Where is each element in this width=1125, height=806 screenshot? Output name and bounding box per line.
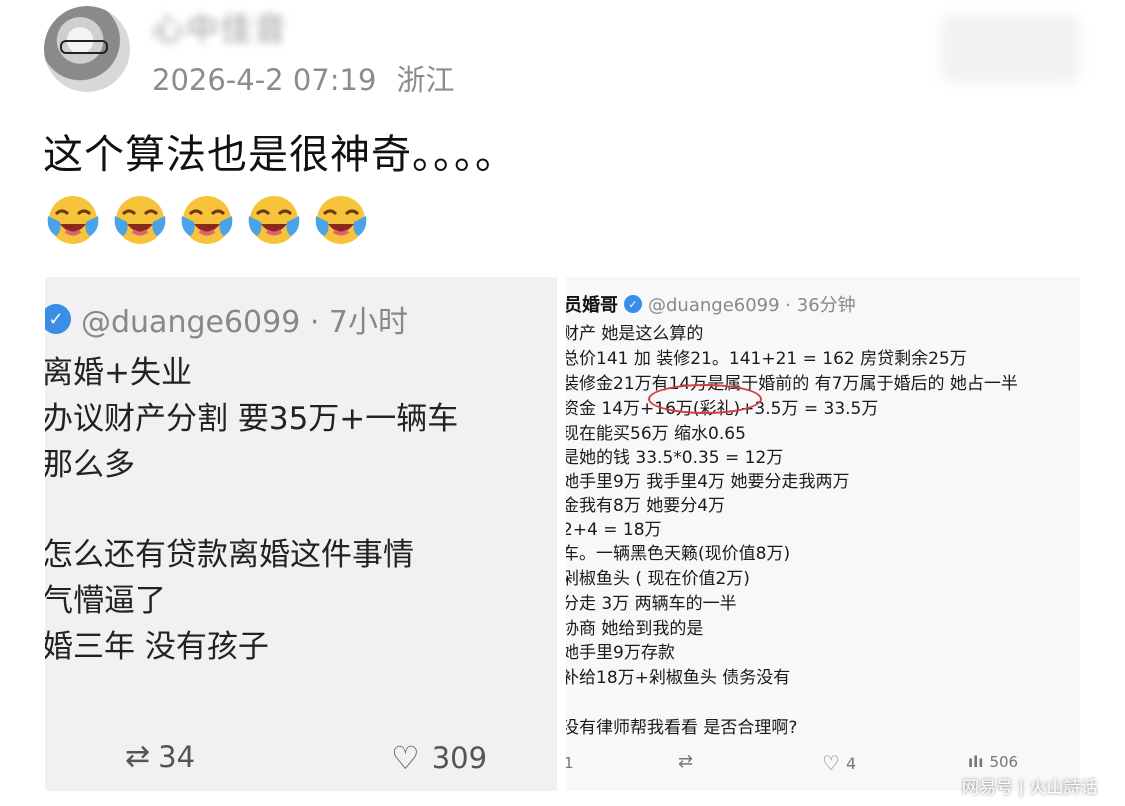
left-line: 那么多 — [45, 447, 135, 483]
right-display-name: 员婚哥 — [566, 295, 618, 316]
right-reply-stat[interactable]: 1 — [566, 754, 574, 772]
left-line: 怎么还有贷款离婚这件事情 — [45, 537, 414, 573]
post-location: 浙江 — [396, 63, 455, 97]
right-line: 车。一辆黑色天籁(现价值8万) — [566, 544, 791, 564]
right-line: 现在能买56万 缩水0.65 — [566, 424, 746, 444]
attached-image-right[interactable]: 员婚哥 ✓ @duange6099 · 36分钟 财产 她是这么算的 总价141… — [566, 277, 1080, 791]
retweet-icon: ⇄ — [678, 751, 694, 772]
right-line: 没有律师帮我看看 是否合理啊? — [566, 718, 798, 738]
right-line: 总价141 加 装修21。141+21 = 162 房贷剩余25万 — [566, 349, 967, 369]
author-name-blurred[interactable]: 心中佳音 — [152, 12, 288, 46]
verified-badge-icon: ✓ — [624, 295, 642, 313]
right-like-stat[interactable]: ♡ 4 — [822, 751, 856, 775]
left-line: 婚三年 没有孩子 — [45, 629, 269, 665]
left-line: 办议财产分割 要35万+一辆车 — [45, 401, 459, 437]
heart-icon: ♡ — [391, 739, 420, 777]
left-like-count: 309 — [431, 741, 488, 775]
avatar[interactable] — [44, 6, 130, 92]
left-like-stat[interactable]: ♡ 309 — [391, 739, 487, 777]
right-line: 分走 3万 两辆车的一半 — [566, 594, 737, 614]
left-retweet-stat[interactable]: ⇄ 34 — [125, 739, 195, 774]
right-line: 她手里9万 我手里4万 她要分走我两万 — [566, 472, 850, 492]
laughing-crying-face-icon — [44, 194, 102, 246]
laughing-crying-face-icon — [312, 194, 370, 246]
left-handle-row: ✓ @duange6099 · 7小时 — [45, 297, 408, 341]
right-line: 2+4 = 18万 — [566, 520, 662, 540]
red-circle-annotation — [648, 384, 762, 414]
right-views-stat[interactable]: ılı 506 — [968, 753, 1018, 771]
avatar-glasses-detail — [60, 40, 108, 54]
laughing-crying-face-icon — [178, 194, 236, 246]
right-handle: @duange6099 · 36分钟 — [648, 295, 856, 316]
right-line: 金我有8万 她要分4万 — [566, 496, 726, 516]
left-retweet-count: 34 — [158, 739, 196, 774]
left-line: 气懵逼了 — [45, 583, 166, 619]
laughing-crying-face-icon — [245, 194, 303, 246]
right-retweet-stat[interactable]: ⇄ — [678, 751, 693, 772]
right-views-count: 506 — [989, 753, 1019, 771]
emoji-row — [44, 194, 370, 246]
bar-chart-icon: ılı — [968, 753, 984, 771]
post-text: 这个算法也是很神奇。。。。 — [43, 132, 516, 178]
watermark: 网易号 | 火山詩话 — [962, 778, 1098, 798]
right-like-count: 4 — [845, 753, 857, 773]
right-line: 协商 她给到我的是 — [566, 619, 704, 639]
retweet-icon: ⇄ — [125, 739, 151, 774]
post-meta: 2026-4-2 07:19 浙江 — [152, 57, 454, 99]
right-reply-count: 1 — [566, 754, 574, 772]
right-line: 财产 她是这么算的 — [566, 324, 704, 344]
right-line: 装修金21万有14万是属于婚前的 有7万属于婚后的 她占一半 — [566, 374, 1018, 394]
attached-image-left[interactable]: ✓ @duange6099 · 7小时 离婚+失业 办议财产分割 要35万+一辆… — [45, 277, 557, 791]
post-date: 2026-4-2 07:19 — [152, 63, 377, 97]
verified-badge-icon: ✓ — [45, 304, 71, 334]
left-line: 离婚+失业 — [45, 355, 192, 391]
laughing-crying-face-icon — [111, 194, 169, 246]
heart-icon: ♡ — [822, 751, 840, 775]
right-line: 是她的钱 33.5*0.35 = 12万 — [566, 448, 784, 468]
right-line: 剁椒鱼头 ( 现在价值2万) — [566, 569, 750, 589]
left-handle: @duange6099 · 7小时 — [81, 305, 408, 340]
blurred-corner-element — [940, 14, 1080, 84]
right-line: 补给18万+剁椒鱼头 债务没有 — [566, 668, 791, 688]
right-handle-row: 员婚哥 ✓ @duange6099 · 36分钟 — [566, 291, 856, 317]
right-line: 她手里9万存款 — [566, 643, 675, 663]
